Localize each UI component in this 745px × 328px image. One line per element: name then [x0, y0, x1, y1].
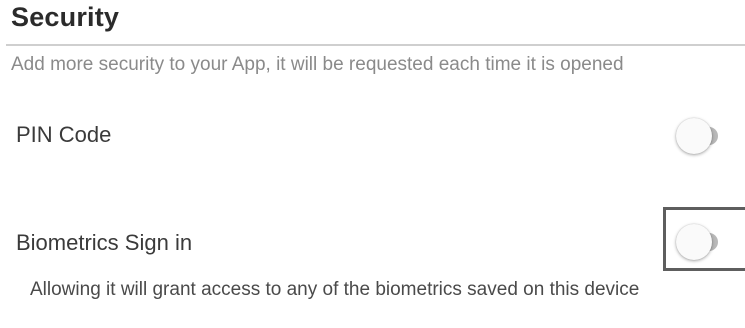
- toggle-thumb: [676, 118, 712, 154]
- section-title: Security: [11, 2, 120, 32]
- toggle-thumb: [676, 224, 712, 260]
- biometrics-description: Allowing it will grant access to any of …: [30, 279, 640, 300]
- pin-code-toggle[interactable]: [676, 118, 718, 154]
- section-divider: [6, 44, 745, 46]
- security-settings-page: Security Add more security to your App, …: [0, 0, 745, 328]
- section-description: Add more security to your App, it will b…: [11, 54, 624, 75]
- biometrics-sign-in-label: Biometrics Sign in: [16, 230, 193, 255]
- biometrics-toggle[interactable]: [676, 224, 718, 260]
- pin-code-label: PIN Code: [16, 122, 112, 147]
